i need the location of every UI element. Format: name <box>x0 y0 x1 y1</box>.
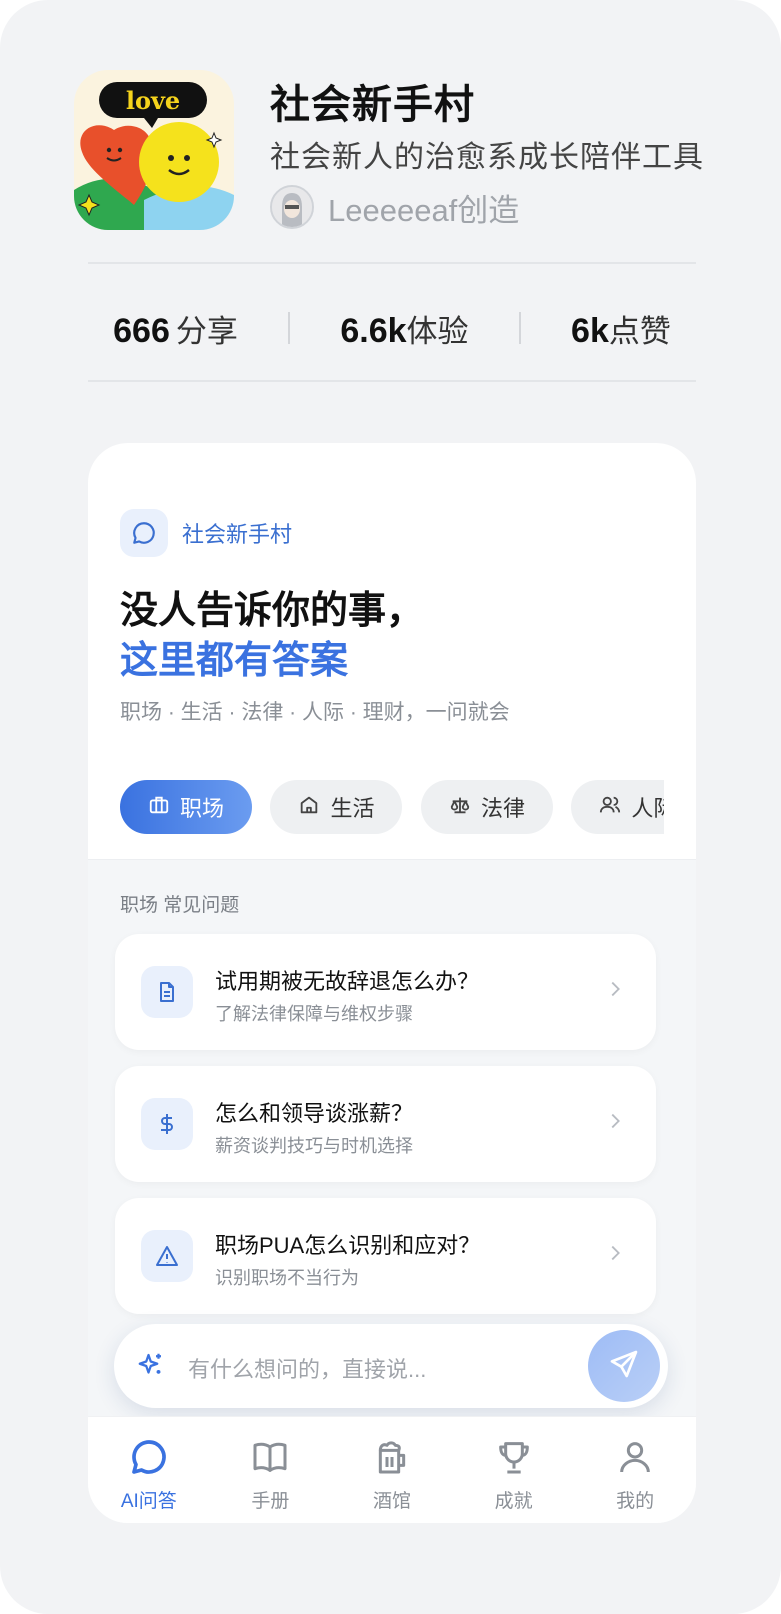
app-subtitle: 社会新人的治愈系成长陪伴工具 <box>270 141 704 174</box>
chevron-right-icon <box>604 1110 626 1137</box>
bottom-tab-bar: AI问答 手册 酒馆 成就 我的 <box>88 1416 696 1523</box>
tab-label: AI问答 <box>120 1491 177 1512</box>
tab-label: 手册 <box>251 1491 290 1512</box>
stats-row: 666 分享 6.6k 体验 6k 点赞 <box>88 300 696 356</box>
stat-value: 666 <box>113 311 170 350</box>
chevron-right-icon <box>604 1242 626 1269</box>
briefcase-icon <box>148 794 170 821</box>
stat-shares: 666 分享 <box>113 306 238 351</box>
home-icon <box>298 794 320 821</box>
question-subtitle: 了解法律保障与维权步骤 <box>215 1004 413 1024</box>
creator-name: Leeeeeaf创造 <box>328 192 520 228</box>
tab-ai-qa[interactable]: AI问答 <box>88 1417 210 1523</box>
chat-bubble-icon <box>120 509 168 557</box>
app-title: 社会新手村 <box>270 83 475 127</box>
book-icon <box>250 1437 290 1482</box>
user-icon <box>615 1437 655 1482</box>
app-detail-page: love 社会新手村 社会新人的治愈系成长陪伴工具 Leeeeeaf创造 666… <box>0 0 781 1614</box>
beer-mug-icon <box>372 1437 412 1482</box>
question-title: 怎么和领导谈涨薪？ <box>215 1101 414 1126</box>
tab-tavern[interactable]: 酒馆 <box>331 1417 453 1523</box>
section-label: 职场 常见问题 <box>120 895 240 916</box>
question-card[interactable]: 试用期被无故辞退怎么办？ 了解法律保障与维权步骤 <box>115 934 656 1050</box>
send-button[interactable] <box>588 1330 660 1402</box>
headline: 没人告诉你的事， <box>120 590 425 632</box>
tab-achievements[interactable]: 成就 <box>453 1417 575 1523</box>
tab-label: 成就 <box>494 1491 533 1512</box>
badge-label: 社会新手村 <box>182 522 293 547</box>
ask-input[interactable]: 有什么想问的，直接说... <box>188 1352 426 1384</box>
headline-highlight: 这里都有答案 <box>120 640 349 682</box>
tab-workplace[interactable]: 职场 <box>120 780 253 834</box>
stat-value: 6.6k <box>340 311 407 350</box>
stat-label: 体验 <box>406 313 469 349</box>
stat-label: 分享 <box>175 313 238 349</box>
logo-text: love <box>126 86 180 115</box>
scale-icon <box>449 794 471 821</box>
tab-life[interactable]: 生活 <box>270 780 403 834</box>
app-logo: love <box>74 70 234 230</box>
tab-profile[interactable]: 我的 <box>574 1417 696 1523</box>
chevron-right-icon <box>604 978 626 1005</box>
tab-social[interactable]: 人际 <box>571 780 664 834</box>
tab-label: 酒馆 <box>372 1491 411 1512</box>
avatar <box>270 185 314 229</box>
question-title: 职场PUA怎么识别和应对？ <box>215 1233 481 1258</box>
question-subtitle: 识别职场不当行为 <box>215 1268 359 1288</box>
document-icon <box>141 966 193 1018</box>
stat-separator <box>288 312 291 344</box>
warning-icon <box>141 1230 193 1282</box>
app-badge: 社会新手村 <box>120 509 292 557</box>
tab-label: 法律 <box>480 796 525 821</box>
tab-label: 生活 <box>330 796 375 821</box>
tab-label: 人际 <box>631 796 664 821</box>
tab-handbook[interactable]: 手册 <box>210 1417 332 1523</box>
question-subtitle: 薪资谈判技巧与时机选择 <box>215 1136 413 1156</box>
stat-experiences: 6.6k 体验 <box>340 306 468 351</box>
tab-label: 我的 <box>616 1491 655 1512</box>
question-card[interactable]: 怎么和领导谈涨薪？ 薪资谈判技巧与时机选择 <box>115 1066 656 1182</box>
users-icon <box>599 794 621 821</box>
tagline: 职场 · 生活 · 法律 · 人际 · 理财，一问就会 <box>120 701 510 724</box>
sparkle-icon <box>136 1350 166 1385</box>
ask-input-bar[interactable]: 有什么想问的，直接说... <box>114 1324 668 1408</box>
trophy-icon <box>494 1437 534 1482</box>
dollar-icon <box>141 1098 193 1150</box>
divider <box>88 262 696 264</box>
question-card[interactable]: 职场PUA怎么识别和应对？ 识别职场不当行为 <box>115 1198 656 1314</box>
tab-label: 职场 <box>180 796 225 821</box>
send-icon <box>608 1348 640 1385</box>
divider <box>88 380 696 382</box>
creator-info[interactable]: Leeeeeaf创造 <box>270 184 519 230</box>
stat-label: 点赞 <box>608 313 671 349</box>
stat-value: 6k <box>571 311 609 350</box>
stat-separator <box>518 312 521 344</box>
tab-law[interactable]: 法律 <box>420 780 553 834</box>
stat-likes: 6k 点赞 <box>571 306 671 351</box>
question-title: 试用期被无故辞退怎么办？ <box>215 969 480 994</box>
chat-bubble-icon <box>129 1437 169 1482</box>
category-tabs: 职场 生活 法律 人际 <box>120 780 664 836</box>
